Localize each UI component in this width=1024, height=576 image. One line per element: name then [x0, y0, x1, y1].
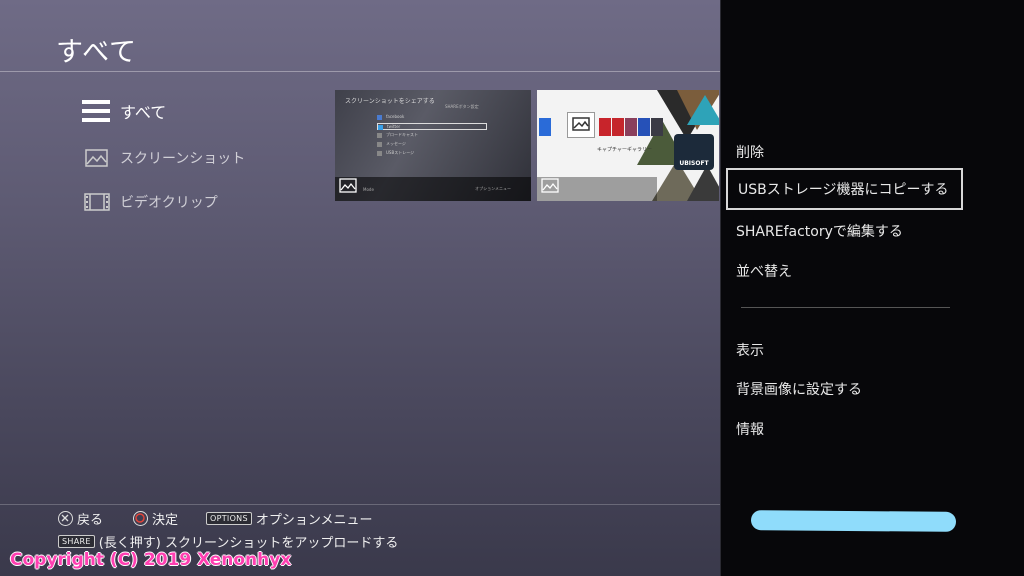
menu-item-set-background[interactable]: 背景画像に設定する	[736, 374, 862, 404]
thumb-row: メッセージ	[377, 141, 487, 148]
options-button-icon: OPTIONS	[206, 512, 252, 525]
hint-share: SHARE (長く押す) スクリーンショットをアップロードする	[58, 532, 398, 551]
category-label: スクリーンショット	[120, 151, 246, 167]
footer-divider	[0, 504, 720, 505]
image-icon	[82, 146, 112, 170]
thumb-row: ブロードキャスト	[377, 132, 487, 139]
category-all[interactable]: すべて	[82, 99, 166, 123]
hint-back: 戻る	[58, 509, 103, 528]
circle-button-icon	[133, 511, 148, 526]
film-icon	[82, 190, 112, 214]
thumb-text: スクリーンショットをシェアする	[345, 98, 435, 105]
menu-item-view[interactable]: 表示	[736, 335, 764, 365]
screenshot-thumbnail[interactable]: スクリーンショットをシェアする SHAREボタン設定 facebook twit…	[335, 90, 531, 201]
screenshot-thumbnail[interactable]: キャプチャーギャラリー UBISOFT	[537, 90, 719, 201]
ubisoft-logo: UBISOFT	[674, 134, 714, 170]
list-icon	[82, 99, 112, 123]
menu-item-sharefactory[interactable]: SHAREfactoryで編集する	[736, 216, 903, 246]
share-button-icon: SHARE	[58, 535, 95, 548]
menu-item-sort[interactable]: 並べ替え	[736, 256, 792, 286]
header-divider	[0, 71, 720, 72]
image-icon	[339, 178, 357, 197]
menu-item-copy-usb[interactable]: USBストレージ機器にコピーする	[726, 168, 963, 210]
category-label: ビデオクリップ	[120, 195, 218, 211]
menu-divider	[741, 307, 950, 308]
hint-confirm: 決定	[133, 509, 178, 528]
thumb-row: USBストレージ	[377, 150, 487, 157]
page-title: すべて	[56, 37, 138, 68]
hint-options: OPTIONS オプションメニュー	[206, 509, 372, 528]
options-panel: 削除 USBストレージ機器にコピーする SHAREfactoryで編集する 並べ…	[720, 0, 1024, 576]
thumb-text: Mode	[363, 187, 374, 192]
gallery-icon	[567, 112, 595, 138]
image-icon	[541, 178, 559, 197]
category-video-clips[interactable]: ビデオクリップ	[82, 190, 218, 214]
thumb-text: SHAREボタン設定	[445, 104, 479, 109]
copyright-watermark: Copyright (C) 2019 Xenonhyx	[10, 550, 292, 570]
redaction-mark	[750, 510, 957, 532]
category-screenshots[interactable]: スクリーンショット	[82, 146, 245, 170]
thumb-text: キャプチャーギャラリー	[597, 147, 652, 153]
thumb-row: facebook	[377, 114, 487, 121]
menu-item-delete[interactable]: 削除	[736, 137, 764, 167]
cross-button-icon	[58, 511, 73, 526]
menu-item-info[interactable]: 情報	[736, 414, 764, 444]
thumb-text: オプションメニュー	[475, 186, 511, 191]
category-label: すべて	[120, 103, 167, 122]
thumb-row: twitter	[377, 123, 487, 130]
